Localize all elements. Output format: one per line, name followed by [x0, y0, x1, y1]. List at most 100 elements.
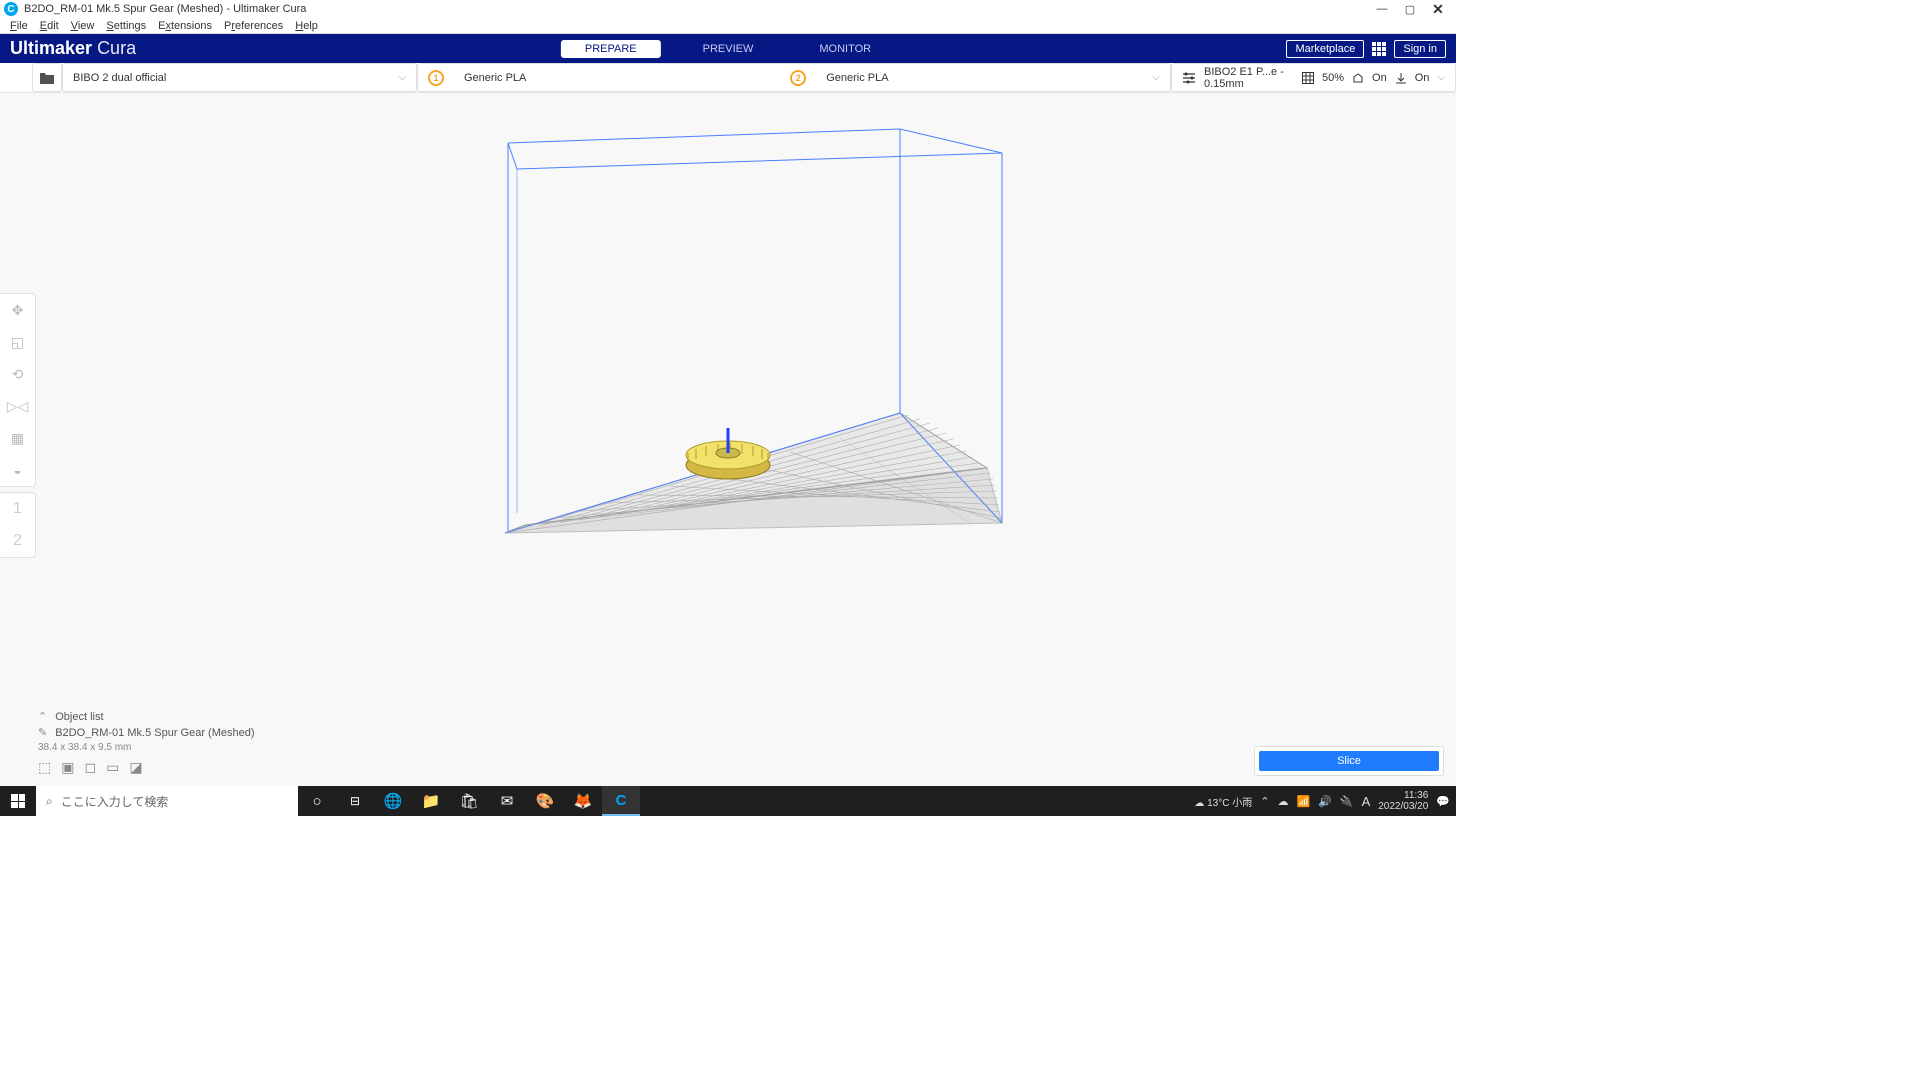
- wifi-icon[interactable]: 📶: [1296, 795, 1310, 808]
- object-name[interactable]: B2DO_RM-01 Mk.5 Spur Gear (Meshed): [55, 727, 254, 739]
- assign-extruder-1[interactable]: 1: [0, 493, 35, 525]
- box-icon[interactable]: ▣: [61, 759, 74, 776]
- brand-bar: Ultimaker Cura PREPARE PREVIEW MONITOR M…: [0, 34, 1456, 63]
- clock-time: 11:36: [1378, 790, 1428, 801]
- model-gear[interactable]: [686, 428, 770, 479]
- signin-button[interactable]: Sign in: [1394, 40, 1446, 58]
- extruder-1-material: Generic PLA: [464, 72, 526, 84]
- taskbar-app-store[interactable]: 🛍: [450, 786, 488, 816]
- mesh-tool[interactable]: ▦: [0, 422, 35, 454]
- chevron-down-icon: ⌵: [1437, 72, 1445, 83]
- apps-grid-icon[interactable]: [1372, 42, 1386, 56]
- sliders-icon: [1182, 71, 1196, 85]
- taskbar-app-cura[interactable]: C: [602, 786, 640, 816]
- folder-icon: [39, 71, 55, 85]
- windows-logo-icon: [11, 794, 25, 808]
- adhesion-icon: [1395, 71, 1407, 85]
- maximize-button[interactable]: ▢: [1396, 0, 1424, 18]
- minimize-button[interactable]: —: [1368, 0, 1396, 18]
- menu-help[interactable]: Help: [289, 20, 324, 32]
- assign-extruder-2[interactable]: 2: [0, 525, 35, 557]
- search-placeholder: ここに入力して検索: [61, 793, 169, 810]
- iso-view-icon[interactable]: ◪: [129, 759, 142, 776]
- volume-icon[interactable]: 🔊: [1318, 795, 1332, 808]
- viewport-3d[interactable]: [0, 93, 1456, 786]
- menu-extensions[interactable]: Extensions: [152, 20, 218, 32]
- app-icon: C: [4, 2, 18, 16]
- notifications-icon[interactable]: 💬: [1436, 795, 1450, 808]
- object-dimensions: 38.4 x 38.4 x 9.5 mm: [38, 742, 131, 753]
- window-title: B2DO_RM-01 Mk.5 Spur Gear (Meshed) - Ult…: [24, 3, 306, 15]
- chevron-down-icon: ⌵: [1152, 72, 1160, 83]
- chevron-down-icon: ⌵: [398, 72, 406, 83]
- stage-tabs: PREPARE PREVIEW MONITOR: [561, 40, 895, 58]
- top-view-icon[interactable]: ▭: [106, 759, 119, 776]
- ime-indicator[interactable]: A: [1362, 794, 1371, 809]
- extruder-2-material: Generic PLA: [826, 72, 888, 84]
- taskbar-app-paint[interactable]: 🎨: [526, 786, 564, 816]
- support-value: On: [1372, 72, 1387, 84]
- brand-product: Cura: [97, 38, 136, 58]
- extruder-2-badge: 2: [790, 70, 806, 86]
- printer-selector[interactable]: BIBO 2 dual official ⌵: [62, 63, 417, 92]
- brand-logo: Ultimaker Cura: [0, 38, 136, 59]
- print-settings-selector[interactable]: BIBO2 E1 P...e - 0.15mm 50% On On ⌵: [1171, 63, 1456, 92]
- scale-tool[interactable]: ◱: [0, 326, 35, 358]
- object-list-title: Object list: [55, 711, 103, 723]
- taskbar-search[interactable]: ⌕ ここに入力して検索: [36, 786, 298, 816]
- tab-preview[interactable]: PREVIEW: [679, 40, 778, 58]
- tab-prepare[interactable]: PREPARE: [561, 40, 661, 58]
- menu-file[interactable]: File: [4, 20, 34, 32]
- printer-name: BIBO 2 dual official: [73, 72, 166, 84]
- marketplace-button[interactable]: Marketplace: [1286, 40, 1364, 58]
- config-bar: BIBO 2 dual official ⌵ 1 Generic PLA 2 G…: [0, 63, 1456, 93]
- extruder-toolbar: 1 2: [0, 492, 36, 558]
- front-view-icon[interactable]: ◻: [84, 759, 96, 776]
- support-blocker-tool[interactable]: ◒: [0, 454, 35, 486]
- menu-settings[interactable]: Settings: [100, 20, 152, 32]
- adhesion-value: On: [1415, 72, 1430, 84]
- taskbar-app-firefox[interactable]: 🦊: [564, 786, 602, 816]
- taskbar-app-mail[interactable]: ✉: [488, 786, 526, 816]
- taskbar-app-explorer[interactable]: 📁: [412, 786, 450, 816]
- transform-toolbar: ✥ ◱ ⟲ ▷◁ ▦ ◒: [0, 293, 36, 487]
- slice-button[interactable]: Slice: [1259, 751, 1439, 771]
- infill-value: 50%: [1322, 72, 1344, 84]
- start-button[interactable]: [0, 786, 36, 816]
- close-button[interactable]: ✕: [1424, 0, 1452, 18]
- menu-preferences[interactable]: Preferences: [218, 20, 289, 32]
- cortana-button[interactable]: ⊟: [336, 786, 374, 816]
- material-selector[interactable]: 1 Generic PLA 2 Generic PLA ⌵: [417, 63, 1171, 92]
- profile-name: BIBO2 E1 P...e - 0.15mm: [1204, 66, 1294, 90]
- menu-view[interactable]: View: [65, 20, 101, 32]
- power-icon[interactable]: 🔌: [1340, 795, 1354, 808]
- open-file-button[interactable]: [32, 63, 62, 92]
- move-tool[interactable]: ✥: [0, 294, 35, 326]
- slice-panel: Slice: [1254, 746, 1444, 776]
- menu-edit[interactable]: Edit: [34, 20, 65, 32]
- search-icon: ⌕: [46, 794, 53, 809]
- taskbar-app-edge[interactable]: 🌐: [374, 786, 412, 816]
- pencil-icon[interactable]: ✎: [38, 726, 47, 739]
- cube-icon[interactable]: ⬚: [38, 759, 51, 776]
- chevron-up-icon[interactable]: ⌃: [38, 710, 47, 723]
- windows-taskbar: ⌕ ここに入力して検索 ○ ⊟ 🌐 📁 🛍 ✉ 🎨 🦊 C ☁ 13°C 小雨 …: [0, 786, 1456, 816]
- infill-icon: [1302, 71, 1314, 85]
- weather-widget[interactable]: ☁ 13°C 小雨: [1194, 794, 1252, 809]
- task-view-button[interactable]: ○: [298, 786, 336, 816]
- support-icon: [1352, 71, 1364, 85]
- extruder-1-badge: 1: [428, 70, 444, 86]
- menu-bar: File Edit View Settings Extensions Prefe…: [0, 18, 1456, 34]
- onedrive-icon[interactable]: ☁: [1277, 795, 1288, 808]
- object-list-panel: ⌃ Object list ✎ B2DO_RM-01 Mk.5 Spur Gea…: [38, 710, 255, 776]
- tab-monitor[interactable]: MONITOR: [795, 40, 895, 58]
- build-volume-render: [0, 93, 1456, 786]
- rotate-tool[interactable]: ⟲: [0, 358, 35, 390]
- tray-overflow-icon[interactable]: ⌃: [1260, 795, 1269, 808]
- mirror-tool[interactable]: ▷◁: [0, 390, 35, 422]
- clock[interactable]: 11:36 2022/03/20: [1378, 790, 1428, 812]
- window-titlebar: C B2DO_RM-01 Mk.5 Spur Gear (Meshed) - U…: [0, 0, 1456, 18]
- clock-date: 2022/03/20: [1378, 801, 1428, 812]
- system-tray: ☁ 13°C 小雨 ⌃ ☁ 📶 🔊 🔌 A 11:36 2022/03/20 💬: [1194, 790, 1456, 812]
- brand-name: Ultimaker: [10, 38, 92, 58]
